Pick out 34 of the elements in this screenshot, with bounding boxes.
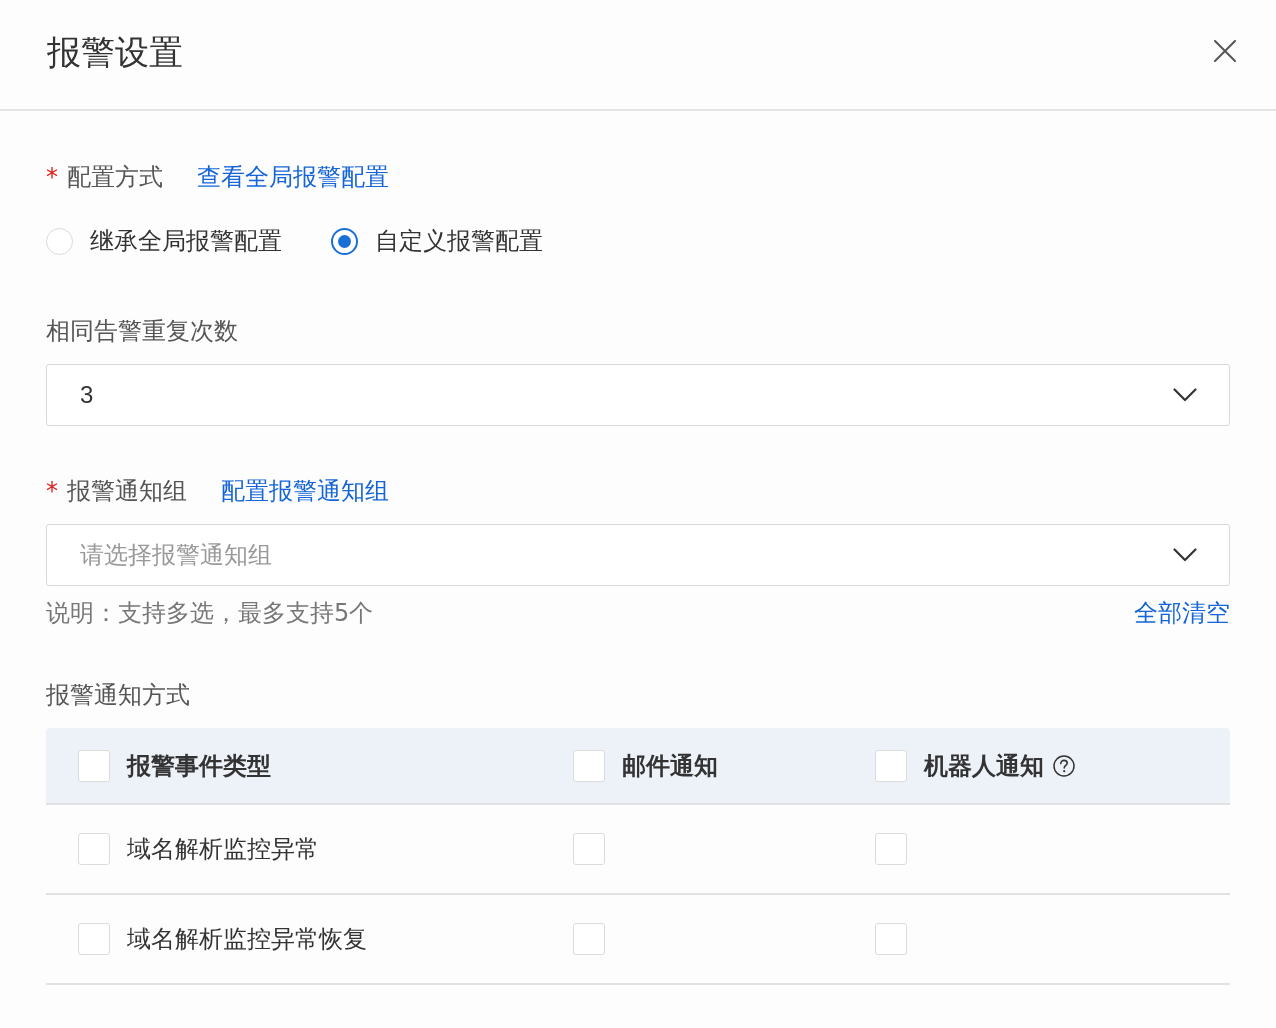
close-icon[interactable] bbox=[1214, 40, 1236, 62]
event-type-text: 域名解析监控异常 bbox=[127, 834, 319, 865]
required-mark: * bbox=[46, 162, 58, 193]
column-header: 报警事件类型 bbox=[127, 750, 271, 782]
event-type-text: 域名解析监控异常恢复 bbox=[127, 924, 367, 955]
field-label: 相同告警重复次数 bbox=[46, 316, 238, 347]
checkbox[interactable] bbox=[78, 923, 110, 955]
field-label: 报警通知组 bbox=[67, 476, 187, 507]
help-text: 说明：支持多选，最多支持5个 bbox=[46, 598, 374, 629]
link[interactable]: 配置报警通知组 bbox=[221, 473, 389, 509]
notify-group-select[interactable]: 请选择报警通知组 bbox=[46, 524, 1230, 586]
checkbox[interactable] bbox=[875, 749, 907, 782]
column-header: 邮件通知 bbox=[622, 750, 718, 782]
checkbox[interactable] bbox=[875, 833, 907, 865]
radio-label[interactable]: 自定义报警配置 bbox=[375, 223, 543, 259]
field-label: 报警通知方式 bbox=[46, 680, 190, 711]
chevron-down-icon bbox=[1173, 548, 1197, 562]
field-label: 配置方式 bbox=[67, 162, 163, 193]
checkbox[interactable] bbox=[573, 923, 605, 955]
column-header: 机器人通知 bbox=[924, 750, 1044, 782]
checkbox[interactable] bbox=[875, 923, 907, 955]
checkbox[interactable] bbox=[573, 833, 605, 865]
checkbox[interactable] bbox=[573, 749, 605, 782]
repeat-count-select[interactable]: 3 bbox=[46, 364, 1230, 426]
clear-all-link[interactable]: 全部清空 bbox=[1134, 595, 1230, 631]
radio-label[interactable]: 继承全局报警配置 bbox=[90, 223, 282, 259]
dialog-title: 报警设置 bbox=[47, 31, 183, 73]
checkbox[interactable] bbox=[78, 833, 110, 865]
chevron-down-icon bbox=[1173, 388, 1197, 402]
required-mark: * bbox=[46, 476, 58, 507]
link[interactable]: 查看全局报警配置 bbox=[197, 159, 389, 195]
checkbox[interactable] bbox=[78, 749, 110, 782]
radio-button[interactable] bbox=[331, 227, 358, 255]
help-icon[interactable] bbox=[1053, 754, 1075, 777]
